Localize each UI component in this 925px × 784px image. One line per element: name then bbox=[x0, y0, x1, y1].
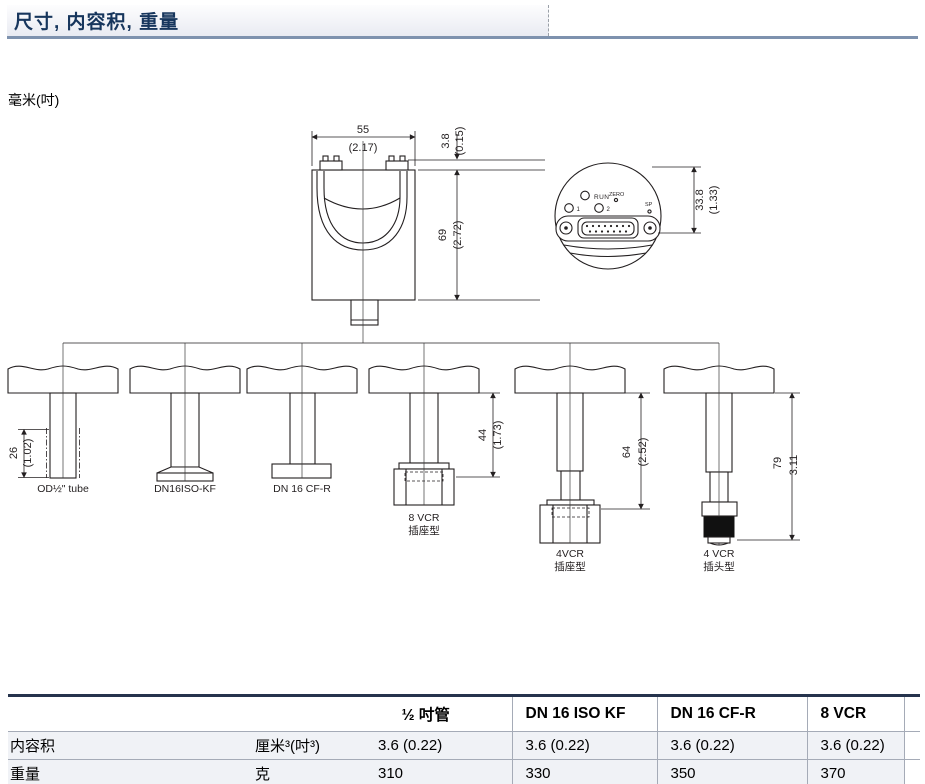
row-spacer-end bbox=[904, 760, 920, 784]
value-half-inch: 3.6 (0.22) bbox=[340, 732, 512, 760]
header-spacer-end bbox=[904, 696, 920, 732]
fitting-4vcr-plug bbox=[702, 393, 737, 516]
technical-drawing: 55 (2.17) 3.8 (0.15) 69 (2.72) bbox=[0, 0, 925, 784]
table-header-row: ½ 吋管 DN 16 ISO KF DN 16 CF-R 8 VCR bbox=[8, 696, 920, 732]
led1-icon bbox=[565, 204, 574, 213]
dim-44-in: (1.73) bbox=[492, 421, 504, 450]
run-label: RUN bbox=[594, 194, 609, 201]
caption-4vcr-plug-type: 插头型 bbox=[703, 560, 735, 573]
dim-33-8-in: (1.33) bbox=[708, 186, 720, 215]
caption-8vcr-type: 插座型 bbox=[408, 524, 440, 537]
dim-55-mm: 55 bbox=[357, 124, 369, 136]
dim-79-mm: 79 bbox=[772, 457, 784, 469]
dim-69-in: (2.72) bbox=[452, 221, 464, 250]
dim-26-mm: 26 bbox=[8, 447, 20, 459]
gauge-top-view: RUN ZERO 1 2 SP bbox=[555, 163, 661, 269]
dim-79-in: 3.11 bbox=[788, 455, 800, 476]
led2-label: 2 bbox=[607, 207, 611, 213]
specs-table: ½ 吋管 DN 16 ISO KF DN 16 CF-R 8 VCR 内容积 厘… bbox=[8, 694, 920, 784]
fitting-captions: OD½" tube DN16ISO-KF DN 16 CF-R 8 VCR 插座… bbox=[37, 483, 735, 573]
table-row-internal-volume: 内容积 厘米³(吋³) 3.6 (0.22) 3.6 (0.22) 3.6 (0… bbox=[8, 732, 920, 760]
row-spacer-end bbox=[904, 732, 920, 760]
sp-led-icon bbox=[648, 210, 651, 213]
sp-label: SP bbox=[645, 202, 653, 208]
value-dn16-iso-kf: 330 bbox=[512, 760, 657, 784]
caption-4vcr-socket-type: 插座型 bbox=[554, 560, 586, 573]
dim-topview-33-8: 33.8 (1.33) bbox=[652, 167, 720, 233]
dim-tube-26: 26 (1.02) bbox=[8, 430, 49, 478]
header-spacer-unit bbox=[255, 696, 340, 732]
datasheet-page: 尺寸, 内容积, 重量 毫米(吋) bbox=[0, 0, 925, 784]
caption-od-half-tube: OD½" tube bbox=[37, 483, 89, 495]
value-dn16-cf-r: 3.6 (0.22) bbox=[657, 732, 807, 760]
dim-4vcr-plug-79: 79 3.11 bbox=[737, 393, 800, 540]
vcr4-plug-thread bbox=[704, 517, 734, 545]
dim-4vcr-socket-64: 64 (2.52) bbox=[601, 393, 650, 509]
row-label: 重量 bbox=[8, 760, 255, 784]
dim-44-mm: 44 bbox=[477, 429, 489, 441]
value-dn16-iso-kf: 3.6 (0.22) bbox=[512, 732, 657, 760]
value-8vcr: 3.6 (0.22) bbox=[807, 732, 904, 760]
col-header-8vcr: 8 VCR bbox=[807, 696, 904, 732]
run-led-icon bbox=[581, 191, 590, 200]
dim-3-8-in: (0.15) bbox=[454, 127, 466, 156]
led1-label: 1 bbox=[577, 207, 581, 213]
caption-8vcr: 8 VCR bbox=[409, 512, 440, 524]
caption-4vcr-plug: 4 VCR bbox=[704, 548, 735, 560]
dim-33-8-mm: 33.8 bbox=[694, 189, 706, 210]
row-label: 内容积 bbox=[8, 732, 255, 760]
header-spacer-label bbox=[8, 696, 255, 732]
gauge-front-view bbox=[312, 156, 415, 325]
zero-label: ZERO bbox=[609, 192, 625, 198]
value-half-inch: 310 bbox=[340, 760, 512, 784]
caption-dn16-iso-kf: DN16ISO-KF bbox=[154, 483, 216, 495]
zero-led-icon bbox=[614, 198, 617, 201]
col-header-dn16-iso-kf: DN 16 ISO KF bbox=[512, 696, 657, 732]
row-unit: 厘米³(吋³) bbox=[255, 732, 340, 760]
caption-dn16-cf-r: DN 16 CF-R bbox=[273, 483, 331, 495]
fitting-dn16-cf-r bbox=[272, 393, 331, 478]
dim-height-69: 69 (2.72) bbox=[418, 170, 540, 300]
fitting-bodies bbox=[8, 366, 774, 393]
value-8vcr: 370 bbox=[807, 760, 904, 784]
dim-64-in: (2.52) bbox=[637, 438, 649, 467]
row-unit: 克 bbox=[255, 760, 340, 784]
col-header-half-inch-tube: ½ 吋管 bbox=[340, 696, 512, 732]
dim-3-8-mm: 3.8 bbox=[440, 133, 452, 148]
dim-tab-3-8: 3.8 (0.15) bbox=[408, 127, 545, 170]
dim-69-mm: 69 bbox=[437, 229, 449, 241]
col-header-dn16-cf-r: DN 16 CF-R bbox=[657, 696, 807, 732]
dim-64-mm: 64 bbox=[621, 446, 633, 458]
led2-icon bbox=[595, 204, 604, 213]
value-dn16-cf-r: 350 bbox=[657, 760, 807, 784]
caption-4vcr-socket: 4VCR bbox=[556, 548, 584, 560]
table-row-weight: 重量 克 310 330 350 370 bbox=[8, 760, 920, 784]
dim-26-in: (1.02) bbox=[22, 439, 34, 468]
dim-8vcr-44: 44 (1.73) bbox=[456, 393, 504, 477]
